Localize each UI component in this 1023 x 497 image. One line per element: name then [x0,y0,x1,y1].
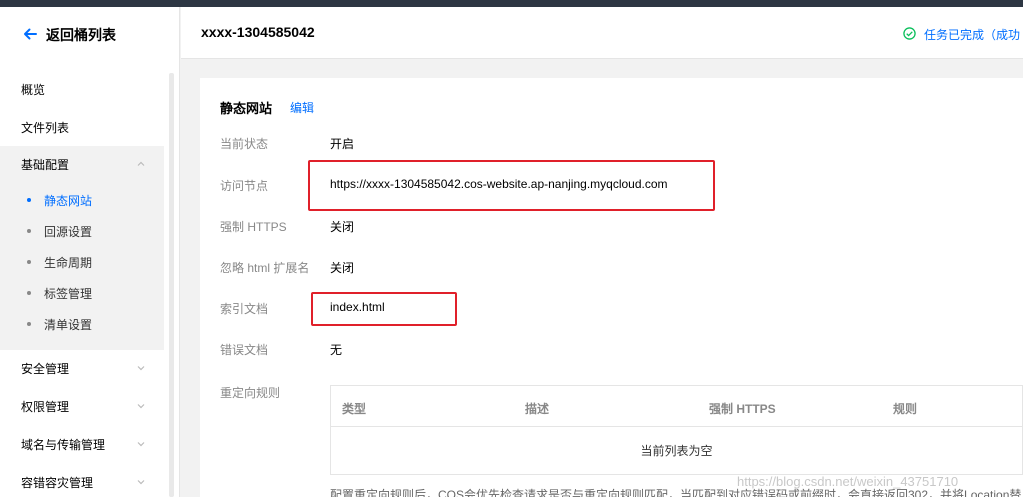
index-document-label: 索引文档 [220,302,269,316]
endpoint-label: 访问节点 [220,179,269,193]
column-header-type: 类型 [342,402,367,416]
static-website-card: 静态网站 编辑 当前状态 开启 访问节点 https://xxxx-130458… [200,78,1023,497]
sidebar-item-label: 权限管理 [21,399,70,414]
page-header: xxxx-1304585042 任务已完成（成功 [181,7,1023,59]
chevron-down-icon [136,476,146,486]
ignore-html-ext-value: 关闭 [330,261,355,275]
sidebar-item-label: 文件列表 [21,120,70,135]
check-circle-icon [903,26,924,43]
page-title: xxxx-1304585042 [201,24,315,40]
task-status-link[interactable]: 任务已完成（成功 [903,26,1020,43]
task-status-text: 任务已完成（成功 [924,28,1021,42]
chevron-up-icon [136,158,146,168]
sidebar-item-domain-transfer[interactable]: 域名与传输管理 [0,426,164,462]
back-label: 返回桶列表 [46,27,116,43]
sidebar-scrollbar[interactable] [169,73,174,497]
error-document-value: 无 [330,343,343,357]
chevron-down-icon [136,400,146,410]
redirect-rules-table: 类型 描述 强制 HTTPS 规则 当前列表为空 [330,385,1023,475]
bullet-icon [27,198,31,202]
sidebar-subitem-label: 标签管理 [44,286,93,301]
card-title: 静态网站 [220,101,273,116]
arrow-left-icon [22,26,38,45]
sidebar-subitem-static-website[interactable]: 静态网站 [0,186,164,214]
edit-link[interactable]: 编辑 [290,99,314,116]
sidebar-item-label: 概览 [21,82,46,97]
bullet-icon [27,229,31,233]
sidebar-subitem-label: 静态网站 [44,193,93,208]
sidebar-subitem-lifecycle[interactable]: 生命周期 [0,248,164,276]
sidebar-item-permissions[interactable]: 权限管理 [0,388,164,424]
sidebar-item-overview[interactable]: 概览 [0,71,164,107]
sidebar: 返回桶列表 概览 文件列表 基础配置 静态网站 回源设置 生命周期 标签管理 清… [0,7,180,497]
sidebar-item-label: 安全管理 [21,361,70,376]
redirect-rules-label: 重定向规则 [220,386,281,400]
top-bar [0,0,1023,7]
chevron-down-icon [136,438,146,448]
bullet-icon [27,260,31,264]
column-header-description: 描述 [525,402,550,416]
status-value: 开启 [330,137,355,151]
sidebar-item-fault-tolerance[interactable]: 容错容灾管理 [0,464,164,497]
sidebar-subitem-label: 清单设置 [44,317,93,332]
sidebar-item-label: 域名与传输管理 [21,437,106,452]
bullet-icon [27,322,31,326]
watermark: https://blog.csdn.net/weixin_43751710 [737,474,959,489]
sidebar-item-file-list[interactable]: 文件列表 [0,109,164,145]
sidebar-item-label: 基础配置 [21,157,70,172]
error-document-label: 错误文档 [220,343,269,357]
force-https-label: 强制 HTTPS [220,220,287,234]
empty-list-message: 当前列表为空 [640,444,713,458]
highlight-box [311,292,457,326]
highlight-box [308,160,715,211]
column-header-rule: 规则 [893,402,918,416]
back-to-bucket-list-button[interactable]: 返回桶列表 [22,25,116,45]
sidebar-subitem-label: 生命周期 [44,255,93,270]
chevron-down-icon [136,362,146,372]
sidebar-subitem-inventory[interactable]: 清单设置 [0,310,164,338]
sidebar-subitem-tag-management[interactable]: 标签管理 [0,279,164,307]
sidebar-item-label: 容错容灾管理 [21,475,94,490]
bullet-icon [27,291,31,295]
sidebar-subitem-origin-settings[interactable]: 回源设置 [0,217,164,245]
sidebar-item-security[interactable]: 安全管理 [0,350,164,386]
column-header-force-https: 强制 HTTPS [709,402,776,416]
sidebar-item-basic-config[interactable]: 基础配置 [0,146,164,182]
sidebar-subitem-label: 回源设置 [44,224,93,239]
ignore-html-ext-label: 忽略 html 扩展名 [220,261,310,275]
status-label: 当前状态 [220,137,269,151]
table-header: 类型 描述 强制 HTTPS 规则 [331,386,1023,427]
force-https-value: 关闭 [330,220,355,234]
